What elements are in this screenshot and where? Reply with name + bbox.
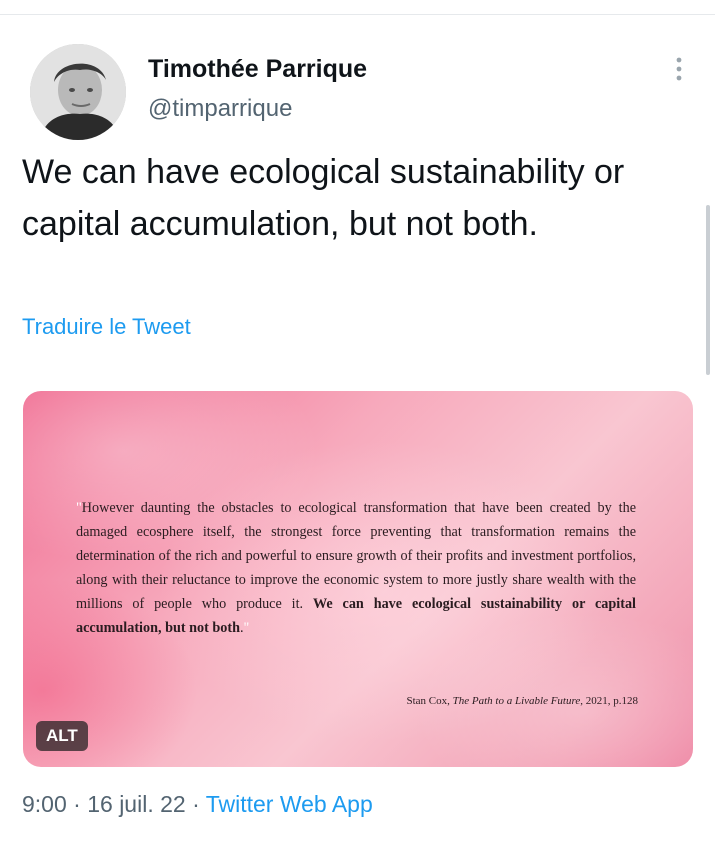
meta-separator: ·: [185, 791, 206, 817]
citation-title: The Path to a Livable Future: [452, 695, 581, 707]
author-display-name[interactable]: Timothée Parrique: [148, 55, 367, 84]
scrollbar[interactable]: [706, 205, 710, 375]
top-divider: [0, 14, 715, 15]
tweet-meta: 9:00 · 16 juil. 22 · Twitter Web App: [22, 791, 373, 818]
tweet-source-link[interactable]: Twitter Web App: [206, 791, 373, 817]
avatar-photo: [30, 44, 126, 140]
tweet-media-image[interactable]: "However daunting the obstacles to ecolo…: [23, 391, 693, 767]
more-options-button[interactable]: [664, 52, 694, 86]
quote-close-mark: ": [243, 620, 250, 636]
tweet-text: We can have ecological sustainability or…: [22, 153, 625, 243]
quote-text: "However daunting the obstacles to ecolo…: [76, 496, 636, 640]
author-handle[interactable]: @timparrique: [148, 95, 292, 123]
avatar[interactable]: [30, 44, 126, 140]
citation-rest: , 2021, p.128: [580, 695, 638, 707]
translate-tweet-link[interactable]: Traduire le Tweet: [22, 314, 191, 340]
more-vertical-icon: [676, 57, 682, 81]
alt-text-badge[interactable]: ALT: [36, 721, 88, 751]
tweet-date[interactable]: 16 juil. 22: [87, 791, 185, 817]
quote-citation: Stan Cox, The Path to a Livable Future, …: [406, 695, 638, 707]
tweet-time[interactable]: 9:00: [22, 791, 67, 817]
citation-author: Stan Cox,: [406, 695, 453, 707]
meta-separator: ·: [66, 791, 88, 817]
